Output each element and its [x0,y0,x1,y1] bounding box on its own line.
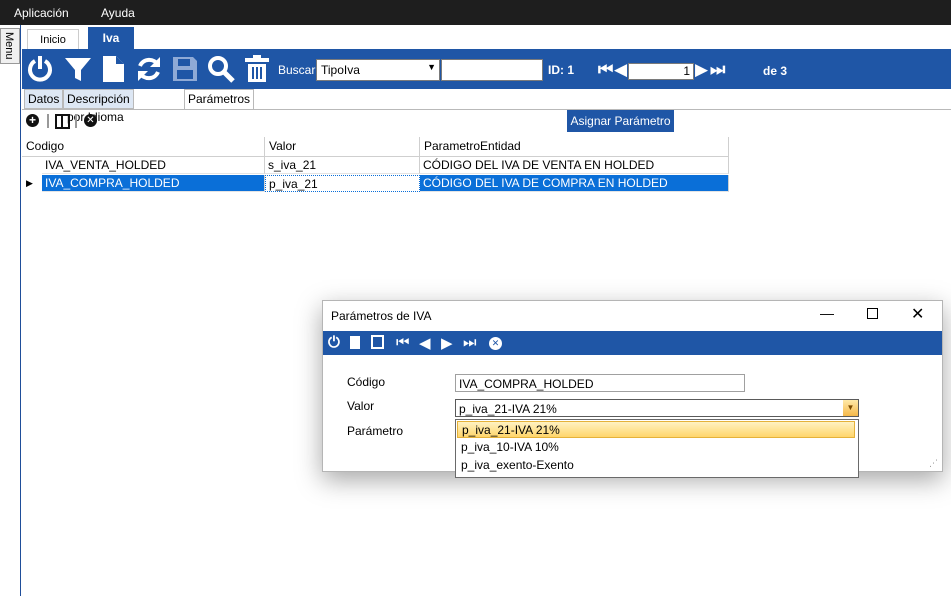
table-row-cell[interactable]: CÓDIGO DEL IVA DE VENTA EN HOLDED [420,157,729,174]
buscar-combo[interactable]: TipoIva ▼ [316,59,440,81]
document-tabbar [22,25,951,49]
first-record-icon[interactable]: ⏮ [598,60,613,80]
columns-icon[interactable] [55,114,70,129]
last-record-icon[interactable]: ⏭ [710,60,725,80]
buscar-combo-value: TipoIva [321,63,360,77]
header-valor[interactable]: Valor [265,137,420,156]
filter-icon[interactable] [63,54,93,84]
row-pointer-icon: ▶ [26,178,33,188]
buscar-label: Buscar [278,63,316,77]
menu-ayuda[interactable]: Ayuda [101,6,135,20]
valor-dropdown-list: p_iva_21-IVA 21% p_iva_10-IVA 10% p_iva_… [455,419,859,478]
label-parametro: Parámetro [347,424,404,438]
refresh-icon[interactable] [134,54,164,84]
next-record-icon[interactable]: ▶ [441,334,453,352]
table-row-cell-selected[interactable]: IVA_COMPRA_HOLDED [42,175,265,192]
valor-combo-value: p_iva_21-IVA 21% [459,402,557,416]
subtab-parametros[interactable]: Parámetros [184,89,255,110]
new-document-icon[interactable] [350,336,360,349]
table-row-cell[interactable]: IVA_VENTA_HOLDED [42,157,265,174]
table-row-cell[interactable]: s_iva_21 [265,157,420,174]
label-codigo: Código [347,375,386,389]
power-icon[interactable]: ⏻ [328,334,340,351]
last-record-icon[interactable]: ⏭ [463,334,477,351]
dialog-title: Parámetros de IVA [331,309,432,323]
dialog-toolbar: ⏻ ⏮ ◀ ▶ ⏭ ✕ [323,331,942,355]
maximize-icon[interactable] [867,308,878,319]
dropdown-option[interactable]: p_iva_10-IVA 10% [457,439,855,456]
menu-aplicacion[interactable]: Aplicación [14,6,69,20]
chevron-down-icon[interactable]: ▼ [843,400,858,416]
cancel-icon[interactable]: ✕ [489,337,502,350]
subtab-descripcion[interactable]: Descripción por Idioma [63,89,134,124]
main-toolbar: Buscar TipoIva ▼ ID: 1 ⏮ ◀ 1 ▶ ⏭ de 3 [22,49,951,89]
close-icon[interactable]: ✕ [911,304,924,324]
side-menu-tab[interactable]: Menu [0,28,20,64]
grid-toolbar: + ✕ [22,109,951,134]
record-number: 1 [683,64,690,78]
record-number-field[interactable]: 1 [628,63,694,80]
minimize-icon[interactable]: — [820,305,834,321]
copy-icon[interactable] [371,335,384,349]
separator [47,114,49,128]
header-parametro-entidad[interactable]: ParametroEntidad [420,137,729,156]
first-record-icon[interactable]: ⏮ [396,334,410,351]
tab-iva[interactable]: Iva [88,27,134,49]
assign-parameter-button[interactable]: Asignar Parámetro [567,110,674,132]
id-label: ID: 1 [548,63,575,77]
valor-combo[interactable]: p_iva_21-IVA 21% ▼ [455,399,859,417]
subtab-datos[interactable]: Datos [24,89,64,109]
close-circle-icon[interactable]: ✕ [84,114,97,127]
delete-icon[interactable] [242,54,272,84]
total-label: de 3 [763,64,788,78]
label-valor: Valor [347,399,375,413]
codigo-field[interactable]: IVA_COMPRA_HOLDED [455,374,745,392]
save-icon[interactable] [170,54,200,84]
power-icon[interactable] [25,54,55,84]
resize-grip-icon[interactable]: ⋰ [929,458,938,469]
side-strip [0,25,21,596]
prev-record-icon[interactable]: ◀ [614,60,627,80]
new-document-icon[interactable] [98,54,128,84]
chevron-down-icon: ▼ [427,62,436,72]
menu-bar: Aplicación Ayuda [0,0,951,25]
separator [75,114,77,128]
prev-record-icon[interactable]: ◀ [419,334,431,352]
dropdown-option[interactable]: p_iva_21-IVA 21% [457,421,855,438]
search-icon[interactable] [206,54,236,84]
header-codigo[interactable]: Codigo [22,137,265,156]
next-record-icon[interactable]: ▶ [695,60,708,80]
add-icon[interactable]: + [26,114,39,127]
table-row-cell-selected[interactable]: p_iva_21 [265,175,420,192]
search-input[interactable] [441,59,543,81]
table-row-cell-selected[interactable]: CÓDIGO DEL IVA DE COMPRA EN HOLDED [420,175,729,192]
grid-header: Codigo Valor ParametroEntidad [22,137,729,157]
grid-body: IVA_VENTA_HOLDED s_iva_21 CÓDIGO DEL IVA… [22,157,729,193]
side-menu-label: Menu [3,32,15,60]
tab-inicio[interactable]: Inicio [27,29,79,50]
dropdown-option[interactable]: p_iva_exento-Exento [457,457,855,474]
